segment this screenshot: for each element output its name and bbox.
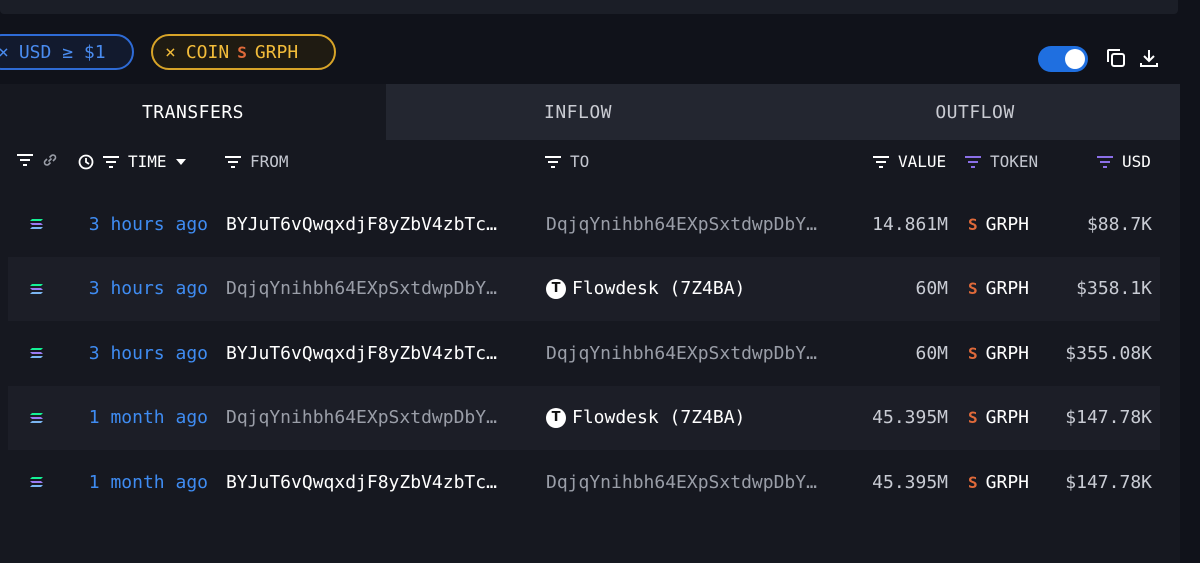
to-cell: DqjqYnihbh64EXpSxtdwpDbY… xyxy=(546,321,846,385)
time-cell[interactable]: 3 hours ago xyxy=(78,321,208,385)
time-cell[interactable]: 3 hours ago xyxy=(78,192,208,256)
from-address[interactable]: BYJuT6vQwqxdjF8yZbV4zbTc… xyxy=(226,450,522,514)
entity-icon: T xyxy=(546,407,566,428)
to-address[interactable]: Flowdesk (7Z4BA) xyxy=(572,278,745,299)
sort-down-icon xyxy=(175,158,186,165)
token-logo-icon: S xyxy=(237,42,247,62)
to-header-label: TO xyxy=(570,152,590,171)
value-cell: 60M xyxy=(915,342,948,364)
to-cell: T Flowdesk (7Z4BA) xyxy=(546,386,846,450)
copy-icon[interactable] xyxy=(1104,46,1128,70)
tab-outflow[interactable]: OUTFLOW xyxy=(770,84,1180,140)
solana-chain-icon xyxy=(30,450,44,514)
table-row[interactable]: 3 hours ago BYJuT6vQwqxdjF8yZbV4zbTc… Dqjq… xyxy=(8,192,1160,256)
token-header-label: TOKEN xyxy=(990,152,1039,171)
token-cell[interactable]: S GRPH xyxy=(968,192,1029,256)
transfers-panel: TRANSFERS INFLOW OUTFLOW TIME FROM TO VA… xyxy=(0,84,1180,563)
token-cell[interactable]: S GRPH xyxy=(968,321,1029,385)
time-column-header[interactable]: TIME xyxy=(78,152,187,171)
tab-bar: TRANSFERS INFLOW OUTFLOW xyxy=(0,84,1180,140)
time-cell[interactable]: 1 month ago xyxy=(78,450,208,514)
filter-icon xyxy=(17,154,33,166)
top-panel-edge xyxy=(0,0,1178,14)
value-header-label: VALUE xyxy=(898,152,947,171)
coin-filter-chip[interactable]: × COIN S GRPH xyxy=(151,34,336,70)
to-column-header[interactable]: TO xyxy=(544,152,589,171)
token-logo-icon: S xyxy=(968,343,978,363)
to-address[interactable]: Flowdesk (7Z4BA) xyxy=(572,407,745,428)
view-toggle[interactable] xyxy=(1038,46,1088,72)
token-symbol: GRPH xyxy=(985,213,1029,235)
to-cell: DqjqYnihbh64EXpSxtdwpDbY… xyxy=(546,450,846,514)
tab-inflow[interactable]: INFLOW xyxy=(386,84,770,140)
to-address[interactable]: DqjqYnihbh64EXpSxtdwpDbY… xyxy=(546,343,817,364)
token-cell[interactable]: S GRPH xyxy=(968,257,1029,321)
filter-icon xyxy=(873,155,889,168)
from-address[interactable]: DqjqYnihbh64EXpSxtdwpDbY… xyxy=(226,386,522,450)
token-symbol: GRPH xyxy=(985,407,1029,428)
to-address[interactable]: DqjqYnihbh64EXpSxtdwpDbY… xyxy=(546,472,817,493)
table-row[interactable]: 1 month ago DqjqYnihbh64EXpSxtdwpDbY… T Flo… xyxy=(8,385,1160,450)
token-cell[interactable]: S GRPH xyxy=(968,386,1029,450)
usd-filter-chip[interactable]: × USD ≥ $1 xyxy=(0,34,134,70)
table-row[interactable]: 3 hours ago BYJuT6vQwqxdjF8yZbV4zbTc… Dqjq… xyxy=(8,321,1160,385)
value-column-header[interactable]: VALUE xyxy=(872,152,946,171)
clock-icon xyxy=(78,154,94,169)
solana-chain-icon xyxy=(30,257,44,321)
value-cell: 45.395M xyxy=(872,471,948,493)
token-symbol: GRPH xyxy=(985,278,1029,299)
from-address[interactable]: BYJuT6vQwqxdjF8yZbV4zbTc… xyxy=(226,321,522,385)
token-logo-icon: S xyxy=(968,408,978,427)
from-address[interactable]: DqjqYnihbh64EXpSxtdwpDbY… xyxy=(226,257,522,321)
usd-cell: $147.78K xyxy=(1065,407,1152,428)
download-icon[interactable] xyxy=(1137,46,1161,70)
token-logo-icon: S xyxy=(968,472,978,492)
usd-cell: $88.7K xyxy=(1086,213,1152,235)
to-cell: T Flowdesk (7Z4BA) xyxy=(546,257,846,321)
time-header-label: TIME xyxy=(128,152,167,171)
usd-filter-label: USD ≥ $1 xyxy=(18,41,106,63)
token-column-header[interactable]: TOKEN xyxy=(964,152,1038,171)
filter-icon xyxy=(545,155,561,168)
chain-filter-header[interactable] xyxy=(16,152,58,168)
token-symbol: GRPH xyxy=(985,342,1029,364)
usd-column-header[interactable]: USD xyxy=(1096,152,1151,171)
filter-icon xyxy=(103,155,119,168)
solana-chain-icon xyxy=(30,321,44,385)
token-logo-icon: S xyxy=(968,214,978,234)
value-cell: 60M xyxy=(915,278,948,299)
usd-header-label: USD xyxy=(1122,152,1151,171)
link-icon xyxy=(43,154,57,166)
table-row[interactable]: 1 month ago BYJuT6vQwqxdjF8yZbV4zbTc… Dqjq… xyxy=(8,450,1160,514)
solana-chain-icon xyxy=(30,386,44,450)
filter-icon xyxy=(1097,155,1113,168)
solana-chain-icon xyxy=(30,192,44,256)
remove-filter-icon[interactable]: × xyxy=(0,42,9,63)
token-logo-icon: S xyxy=(968,279,978,298)
tab-transfers[interactable]: TRANSFERS xyxy=(0,84,386,140)
usd-cell: $147.78K xyxy=(1065,471,1152,493)
filter-icon xyxy=(225,155,241,168)
time-cell[interactable]: 3 hours ago xyxy=(78,257,208,321)
from-column-header[interactable]: FROM xyxy=(224,152,289,171)
to-cell: DqjqYnihbh64EXpSxtdwpDbY… xyxy=(546,192,846,256)
to-address[interactable]: DqjqYnihbh64EXpSxtdwpDbY… xyxy=(546,214,817,235)
token-symbol: GRPH xyxy=(985,471,1029,493)
token-cell[interactable]: S GRPH xyxy=(968,450,1029,514)
from-address[interactable]: BYJuT6vQwqxdjF8yZbV4zbTc… xyxy=(226,192,522,256)
remove-filter-icon[interactable]: × xyxy=(165,42,176,63)
coin-filter-token: GRPH xyxy=(254,41,299,63)
table-row[interactable]: 3 hours ago DqjqYnihbh64EXpSxtdwpDbY… T Flo… xyxy=(8,256,1160,321)
value-cell: 45.395M xyxy=(872,407,948,428)
usd-cell: $355.08K xyxy=(1065,342,1152,364)
usd-cell: $358.1K xyxy=(1076,278,1152,299)
entity-icon: T xyxy=(546,278,566,299)
value-cell: 14.861M xyxy=(872,213,948,235)
coin-filter-prefix: COIN xyxy=(185,41,230,63)
time-cell[interactable]: 1 month ago xyxy=(78,386,208,450)
from-header-label: FROM xyxy=(250,152,289,171)
filter-icon xyxy=(965,155,981,168)
